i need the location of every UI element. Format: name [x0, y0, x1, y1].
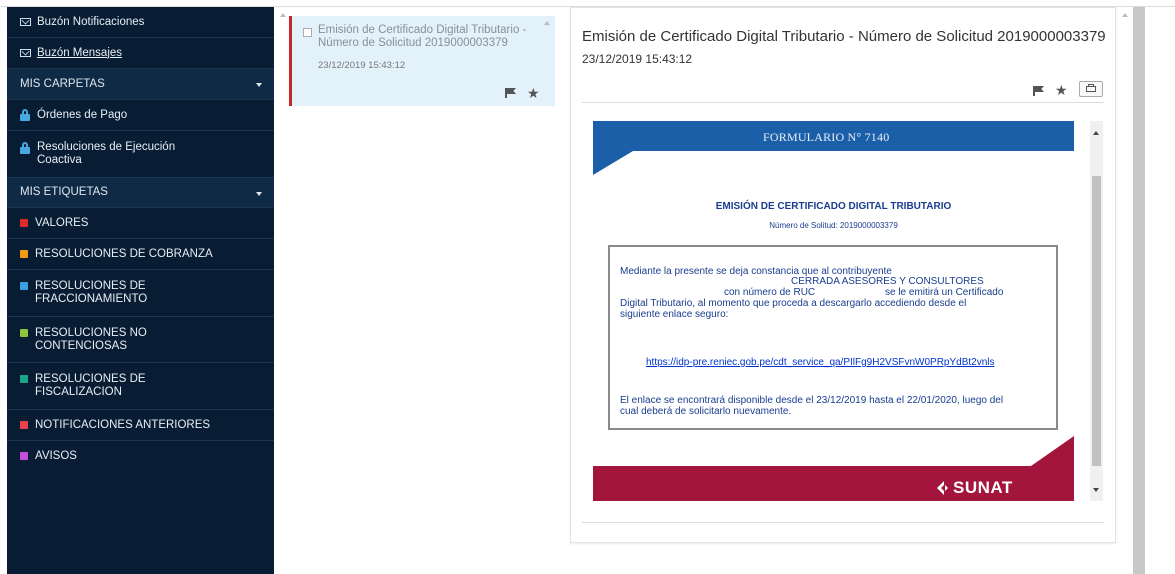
tag-label: VALORES [35, 216, 89, 229]
section-label: MIS ETIQUETAS [20, 186, 108, 198]
section-label: MIS CARPETAS [20, 77, 105, 90]
message-detail-panel: Emisión de Certificado Digital Tributari… [570, 7, 1116, 543]
message-date: 23/12/2019 15:43:12 [318, 60, 406, 71]
tag-label: NOTIFICACIONES ANTERIORES [35, 418, 211, 431]
mail-icon [20, 18, 31, 26]
scroll-up-icon[interactable] [1093, 131, 1099, 135]
tag-label: RESOLUCIONES DE FISCALIZACION [35, 373, 146, 398]
sidebar-item-label: Buzón Mensajes [37, 46, 123, 59]
sunat-logo: SUNAT [953, 478, 1013, 497]
tag-label: RESOLUCIONES DE FRACCIONAMIENTO [35, 280, 148, 305]
tag-color-icon [20, 329, 28, 337]
page-scrollbar[interactable] [1133, 7, 1145, 574]
sidebar-item-resoluciones-ejecucion-coactiva[interactable]: Resoluciones de Ejecución Coactiva [7, 131, 274, 178]
divider [582, 522, 1104, 523]
chevron-down-icon [256, 83, 262, 87]
body-text: cual deberá de solicitarlo nuevamente. [620, 406, 792, 417]
body-text: Digital Tributario, al momento que proce… [620, 298, 967, 309]
lock-icon [20, 109, 30, 121]
tag-color-icon [20, 219, 28, 227]
tag-color-icon [20, 375, 28, 383]
form-scrollbar[interactable] [1090, 121, 1103, 501]
chevron-down-icon [256, 191, 262, 196]
tag-color-icon [20, 282, 28, 290]
flag-icon[interactable] [505, 88, 517, 98]
sidebar: Buzón Notificaciones Buzón Mensajes MIS … [7, 7, 274, 574]
top-bar [0, 0, 1175, 7]
scroll-down-icon[interactable] [1093, 488, 1099, 492]
tag-avisos[interactable]: AVISOS [7, 441, 274, 471]
tag-label: AVISOS [35, 449, 77, 462]
tag-color-icon [20, 421, 28, 429]
tag-color-icon [20, 452, 28, 460]
tag-color-icon [20, 250, 28, 258]
embedded-form: FORMULARIO N° 7140 EMISIÓN DE CERTIFICAD… [593, 121, 1103, 501]
download-link[interactable]: https://idp-pre.reniec.gob.pe/cdt_servic… [646, 357, 995, 368]
divider [582, 102, 1104, 103]
flag-icon[interactable] [1033, 86, 1045, 96]
body-text: se le emitirá un Certificado [885, 287, 1004, 298]
sidebar-item-buzon-notificaciones[interactable]: Buzón Notificaciones [7, 7, 274, 38]
section-mis-etiquetas[interactable]: MIS ETIQUETAS [7, 178, 274, 208]
detail-title: Emisión de Certificado Digital Tributari… [582, 28, 1106, 45]
tag-resoluciones-de-fiscalizacion[interactable]: RESOLUCIONES DE FISCALIZACION [7, 363, 274, 410]
select-checkbox[interactable] [303, 28, 312, 37]
sidebar-item-ordenes-de-pago[interactable]: Órdenes de Pago [7, 100, 274, 131]
list-item[interactable]: Emisión de Certificado Digital Tributari… [289, 16, 555, 106]
scrollbar-thumb[interactable] [1092, 176, 1101, 466]
taxpayer-name: CERRADA ASESORES Y CONSULTORES [791, 276, 984, 287]
message-title: Emisión de Certificado Digital Tributari… [318, 24, 527, 49]
tag-resoluciones-de-cobranza[interactable]: RESOLUCIONES DE COBRANZA [7, 239, 274, 270]
print-button[interactable] [1079, 81, 1103, 97]
sidebar-item-label: Buzón Notificaciones [37, 15, 145, 28]
star-icon[interactable]: ★ [1055, 83, 1068, 97]
request-number: Número de Solitud: 2019000003379 [769, 221, 898, 230]
tag-resoluciones-no-contenciosas[interactable]: RESOLUCIONES NO CONTENCIOSAS [7, 317, 274, 363]
detail-date: 23/12/2019 15:43:12 [582, 52, 693, 66]
sidebar-item-label: Órdenes de Pago [37, 108, 128, 121]
tag-label: RESOLUCIONES DE COBRANZA [35, 247, 213, 260]
tag-notificaciones-anteriores[interactable]: NOTIFICACIONES ANTERIORES [7, 410, 274, 441]
scroll-up-icon[interactable] [544, 21, 550, 25]
sidebar-item-buzon-mensajes[interactable]: Buzón Mensajes [7, 38, 274, 69]
sunat-logo-icon [937, 481, 948, 495]
sidebar-item-label: Resoluciones de Ejecución Coactiva [37, 141, 176, 166]
lock-icon [20, 142, 30, 154]
form-number: FORMULARIO N° 7140 [763, 130, 890, 144]
tag-label: RESOLUCIONES NO CONTENCIOSAS [35, 326, 147, 352]
body-text: El enlace se encontrará disponible desde… [620, 395, 1004, 406]
tag-valores[interactable]: VALORES [7, 208, 274, 239]
body-text: siguiente enlace seguro: [620, 309, 729, 320]
star-icon[interactable]: ★ [527, 86, 540, 100]
form-body-box: Mediante la presente se deja constancia … [608, 245, 1058, 430]
mail-icon [20, 49, 31, 57]
scroll-up-icon[interactable] [1122, 13, 1128, 17]
body-text: con número de RUC [724, 287, 816, 298]
message-list: Emisión de Certificado Digital Tributari… [280, 7, 556, 574]
tag-resoluciones-de-fraccionamiento[interactable]: RESOLUCIONES DE FRACCIONAMIENTO [7, 270, 274, 317]
form-title: EMISIÓN DE CERTIFICADO DIGITAL TRIBUTARI… [715, 201, 952, 212]
scroll-up-icon[interactable] [280, 13, 286, 17]
section-mis-carpetas[interactable]: MIS CARPETAS [7, 69, 274, 100]
